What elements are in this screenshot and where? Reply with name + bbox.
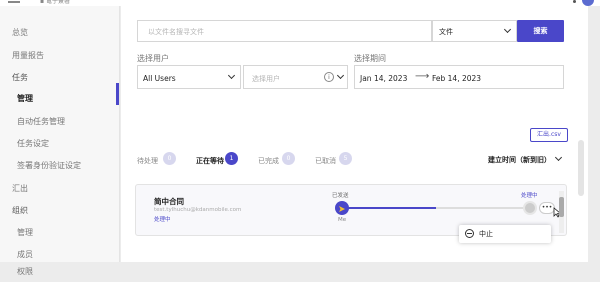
chevron-down-icon bbox=[227, 71, 236, 80]
sidebar-item-manage[interactable]: 管理 bbox=[17, 93, 33, 104]
tab-waiting-label: 正在等待 bbox=[196, 157, 224, 165]
menu-item-abort[interactable]: 中止 bbox=[479, 229, 493, 239]
search-placeholder: 以文件名搜寻文件 bbox=[148, 28, 204, 36]
chevron-down-icon bbox=[503, 25, 512, 34]
date-to: Feb 14, 2023 bbox=[432, 74, 482, 83]
user-select-value: All Users bbox=[143, 74, 176, 83]
chevron-down-icon bbox=[554, 153, 563, 162]
search-button[interactable]: 搜索 bbox=[517, 20, 564, 42]
stop-icon bbox=[465, 229, 474, 238]
send-icon bbox=[339, 206, 345, 212]
export-csv-button[interactable]: 汇出.csv bbox=[530, 128, 568, 142]
user-input-placeholder: 选择用户 bbox=[252, 75, 280, 83]
sidebar-item-members[interactable]: 成员 bbox=[17, 249, 33, 260]
sidebar-item-overview[interactable]: 总览 bbox=[12, 27, 28, 38]
sidebar-item-signer-verification[interactable]: 签署身份验证设定 bbox=[17, 160, 81, 171]
task-title[interactable]: 简中合同 bbox=[154, 196, 184, 207]
notification-icon[interactable] bbox=[573, 0, 576, 3]
menu-icon[interactable] bbox=[8, 1, 20, 3]
sidebar: 总览 用量报告 任务 管理 自动任务管理 任务设定 签署身份验证设定 汇出 组织… bbox=[0, 6, 120, 262]
sort-dropdown[interactable]: 建立时间（新到旧） bbox=[488, 153, 566, 166]
task-email: test.tylhuchu@kdanmobile.com bbox=[154, 207, 242, 213]
tab-completed-count: 0 bbox=[282, 152, 295, 165]
task-actions-menu: 中止 bbox=[459, 225, 551, 243]
search-type-value: 文件 bbox=[439, 28, 453, 36]
tab-pending-label: 待处理 bbox=[137, 157, 158, 165]
tab-cancelled-count: 5 bbox=[339, 152, 352, 165]
date-range-picker[interactable]: Jan 14, 2023 ⟶ Feb 14, 2023 bbox=[354, 65, 564, 89]
step1-sub: Me bbox=[338, 217, 347, 223]
step1-label: 已发送 bbox=[332, 193, 349, 199]
chevron-down-icon bbox=[336, 71, 345, 80]
search-type-select[interactable]: 文件 bbox=[432, 20, 517, 42]
progress-fill bbox=[342, 207, 436, 209]
sidebar-section-tasks: 任务 bbox=[12, 73, 28, 82]
search-input[interactable]: 以文件名搜寻文件 bbox=[137, 20, 432, 42]
info-icon[interactable]: i bbox=[324, 72, 334, 82]
user-filter-label: 选择用户 bbox=[137, 54, 169, 63]
sort-label: 建立时间（新到旧） bbox=[488, 156, 551, 164]
sidebar-item-task-settings[interactable]: 任务设定 bbox=[17, 138, 49, 149]
user-select[interactable]: All Users bbox=[137, 65, 241, 89]
user-input[interactable]: 选择用户 i bbox=[243, 65, 348, 89]
progress-track bbox=[342, 207, 530, 209]
main-scrollbar[interactable] bbox=[578, 140, 584, 196]
sidebar-active-indicator bbox=[116, 83, 119, 105]
step2-label: 处理中 bbox=[521, 193, 538, 199]
sidebar-item-permissions[interactable]: 权限 bbox=[17, 266, 33, 277]
step1-node bbox=[335, 201, 349, 215]
sidebar-section-org: 组织 bbox=[12, 206, 28, 215]
bottom-area: 权限 bbox=[0, 262, 600, 282]
app-logo: ▪ 電子簽署 bbox=[40, 0, 70, 5]
tab-completed-label: 已完成 bbox=[258, 157, 279, 165]
tab-cancelled-label: 已取消 bbox=[315, 157, 336, 165]
task-status: 处理中 bbox=[154, 217, 171, 223]
tab-pending-count: 0 bbox=[163, 152, 176, 165]
sidebar-item-usage-report[interactable]: 用量报告 bbox=[12, 50, 44, 61]
tab-waiting-count: 1 bbox=[225, 152, 238, 165]
main-panel: 以文件名搜寻文件 文件 搜索 选择用户 选择期间 All Users 选择用户 … bbox=[121, 6, 588, 262]
step2-node bbox=[523, 201, 537, 215]
sidebar-item-org-manage[interactable]: 管理 bbox=[17, 227, 33, 238]
sidebar-item-export[interactable]: 汇出 bbox=[12, 183, 28, 194]
card-scrollbar-thumb[interactable] bbox=[559, 197, 564, 217]
arrow-right-icon: ⟶ bbox=[415, 71, 430, 82]
date-from: Jan 14, 2023 bbox=[360, 74, 408, 83]
period-filter-label: 选择期间 bbox=[354, 54, 386, 63]
sidebar-item-auto-task[interactable]: 自动任务管理 bbox=[17, 116, 65, 127]
